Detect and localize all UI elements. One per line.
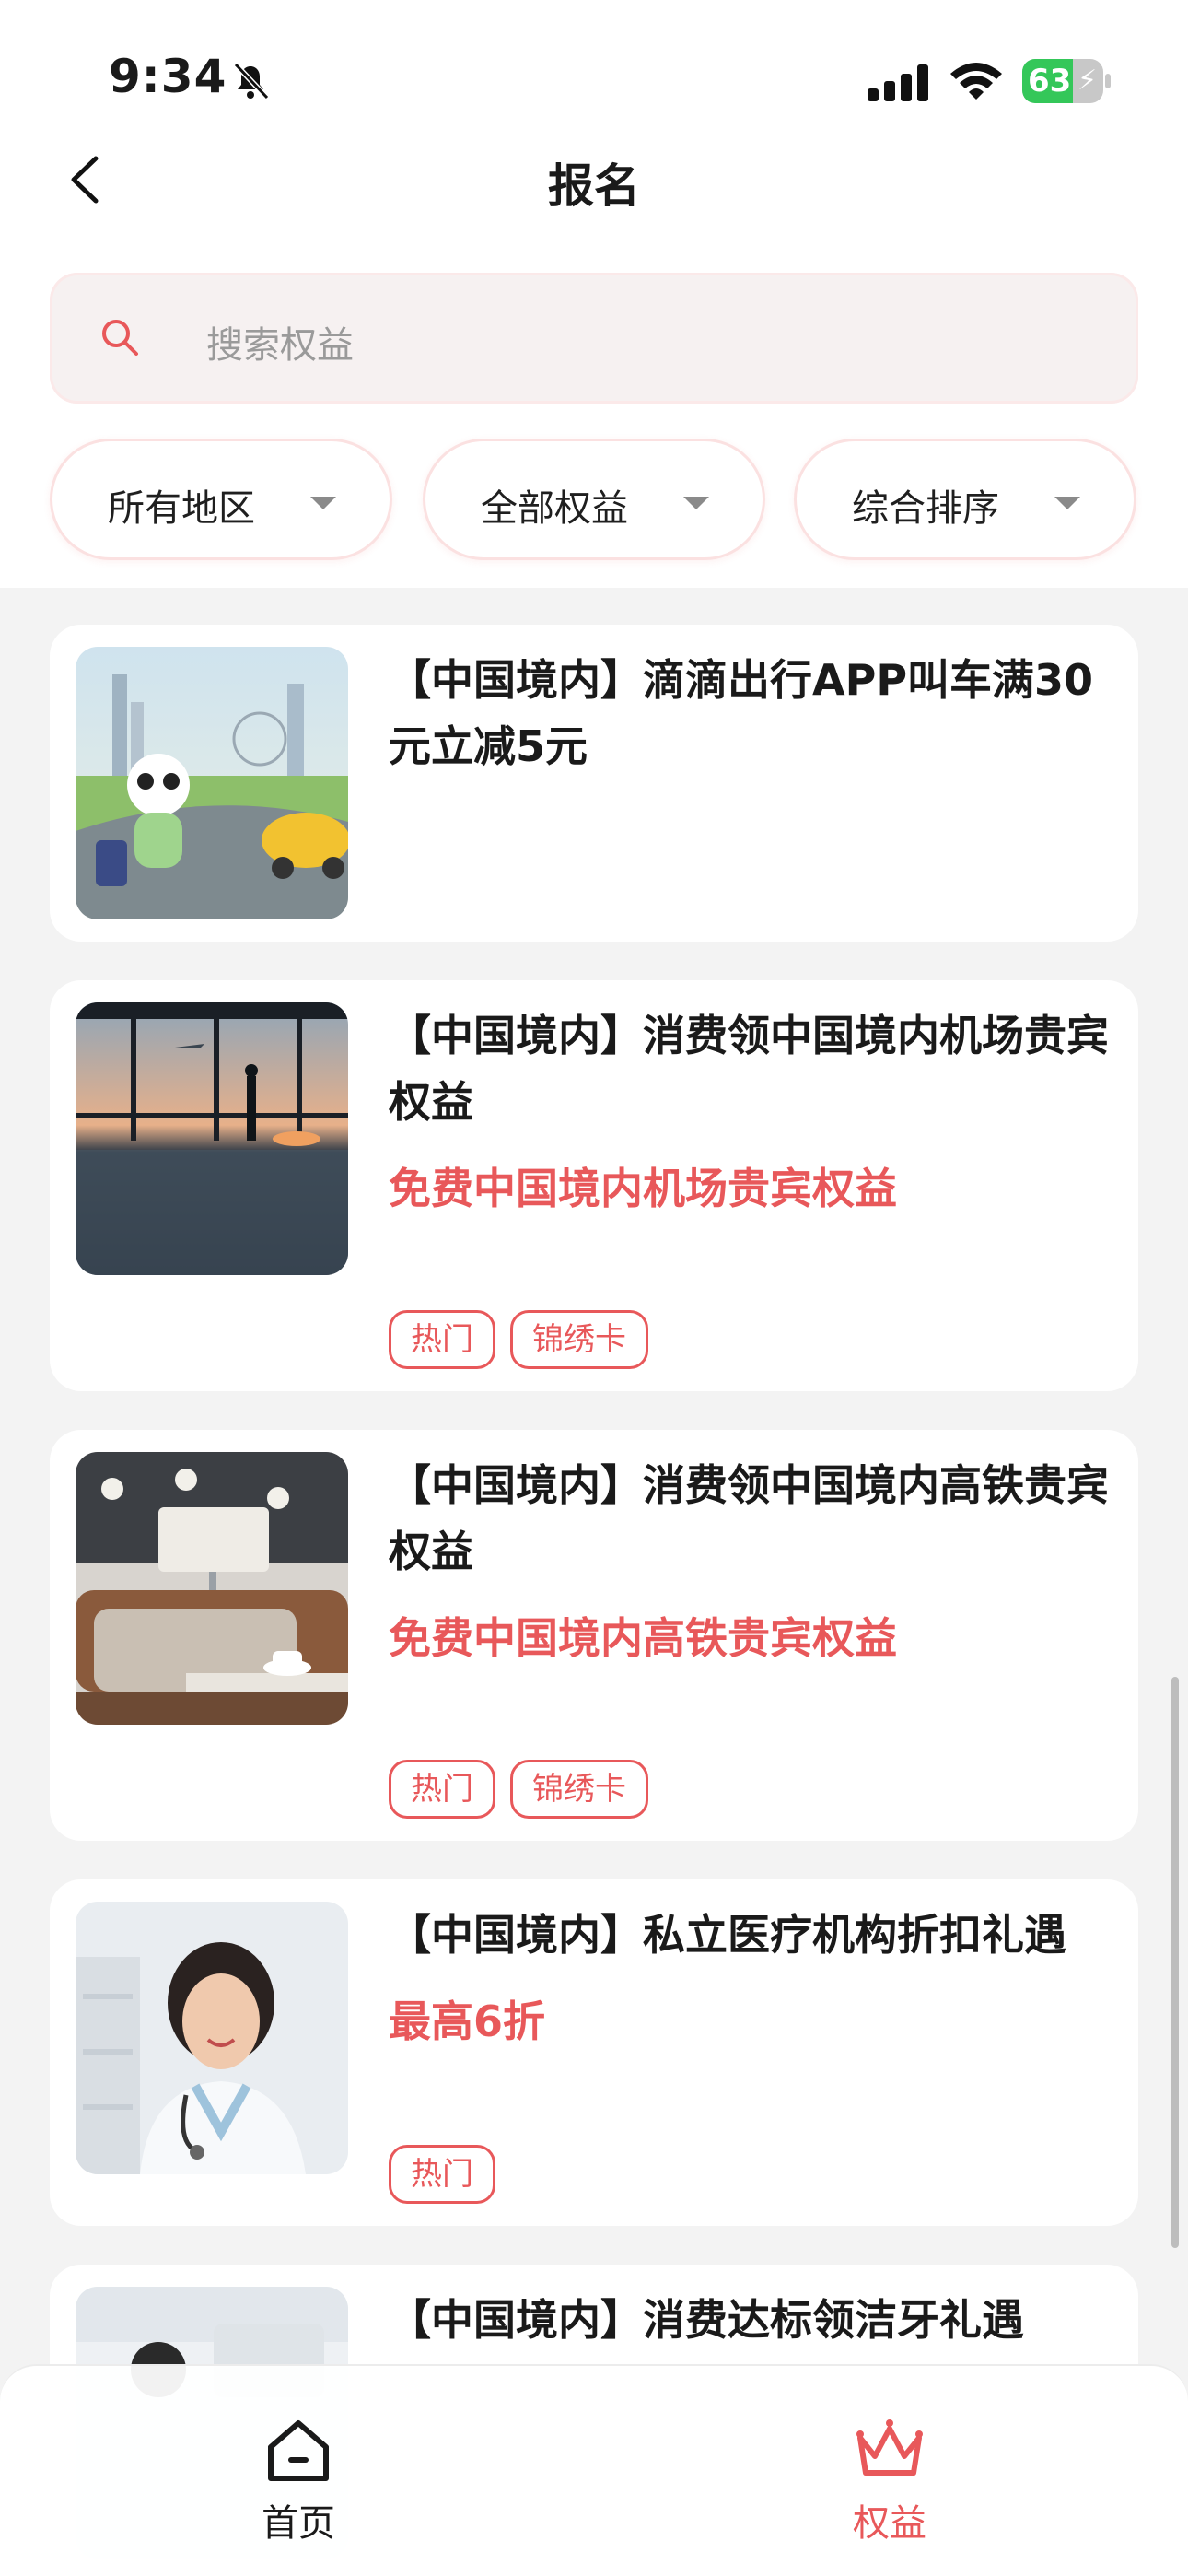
list-item[interactable]: 【中国境内】消费领中国境内机场贵宾权益 免费中国境内机场贵宾权益 热门 锦绣卡 bbox=[50, 980, 1138, 1391]
crown-icon bbox=[856, 2419, 923, 2476]
list-item[interactable]: 【中国境内】消费领中国境内高铁贵宾权益 免费中国境内高铁贵宾权益 热门 锦绣卡 bbox=[50, 1430, 1138, 1841]
card-subtitle: 免费中国境内机场贵宾权益 bbox=[389, 1164, 897, 1213]
page-title: 报名 bbox=[548, 159, 640, 213]
search-bar[interactable]: 搜索权益 bbox=[50, 273, 1138, 404]
filter-sort-dropdown[interactable]: 综合排序 bbox=[794, 439, 1136, 560]
charging-icon: ⚡ bbox=[1077, 64, 1098, 97]
tab-benefits[interactable]: 权益 bbox=[798, 2412, 982, 2550]
card-title: 【中国境内】滴滴出行APP叫车满30元立减5元 bbox=[389, 655, 1094, 771]
tag-badge: 热门 bbox=[389, 1760, 495, 1819]
bell-muted-icon bbox=[233, 62, 270, 100]
card-title: 【中国境内】消费领中国境内机场贵宾权益 bbox=[389, 1011, 1109, 1127]
scrollbar[interactable] bbox=[1171, 1677, 1179, 2248]
card-subtitle: 最高6折 bbox=[389, 1996, 546, 2046]
card-image-doctor bbox=[76, 1902, 348, 2174]
home-icon bbox=[268, 2420, 329, 2481]
card-image-didi bbox=[76, 647, 348, 919]
chevron-down-icon bbox=[683, 497, 709, 509]
battery-indicator: 63 ⚡ bbox=[1022, 59, 1111, 103]
card-image-airport-lounge bbox=[76, 1002, 348, 1275]
header-area: 9:34 63 ⚡ 报名 搜索权益 所有地区 全部权益 综合排序 bbox=[0, 0, 1188, 588]
card-title: 【中国境内】消费领中国境内高铁贵宾权益 bbox=[389, 1460, 1109, 1576]
chevron-down-icon bbox=[1054, 497, 1080, 509]
card-title: 【中国境内】消费达标领洁牙礼遇 bbox=[389, 2295, 1024, 2345]
status-time: 9:34 bbox=[109, 50, 227, 103]
card-title: 【中国境内】私立医疗机构折扣礼遇 bbox=[389, 1910, 1066, 1960]
bottom-tab-bar: 首页 权益 bbox=[0, 2364, 1188, 2576]
search-icon bbox=[102, 320, 138, 356]
battery-level: 63 bbox=[1028, 63, 1072, 100]
signal-icon bbox=[868, 64, 928, 101]
card-image-train-lounge bbox=[76, 1452, 348, 1725]
tag-badge: 热门 bbox=[389, 1310, 495, 1369]
wifi-icon bbox=[950, 63, 1002, 100]
filter-region-label: 所有地区 bbox=[108, 487, 255, 530]
filter-region-dropdown[interactable]: 所有地区 bbox=[50, 439, 392, 560]
chevron-down-icon bbox=[310, 497, 336, 509]
filter-sort-label: 综合排序 bbox=[852, 487, 999, 530]
card-subtitle: 免费中国境内高铁贵宾权益 bbox=[389, 1613, 897, 1663]
tag-badge: 锦绣卡 bbox=[510, 1310, 648, 1369]
tag-badge: 热门 bbox=[389, 2145, 495, 2204]
tab-benefits-label: 权益 bbox=[853, 2502, 926, 2545]
filter-benefit-label: 全部权益 bbox=[481, 487, 628, 530]
tag-badge: 锦绣卡 bbox=[510, 1760, 648, 1819]
list-item[interactable]: 【中国境内】私立医疗机构折扣礼遇 最高6折 热门 bbox=[50, 1879, 1138, 2226]
search-input[interactable]: 搜索权益 bbox=[206, 315, 354, 369]
tab-home[interactable]: 首页 bbox=[206, 2412, 390, 2550]
filter-benefit-dropdown[interactable]: 全部权益 bbox=[423, 439, 765, 560]
list-item[interactable]: 【中国境内】滴滴出行APP叫车满30元立减5元 bbox=[50, 625, 1138, 942]
tab-home-label: 首页 bbox=[262, 2502, 335, 2545]
